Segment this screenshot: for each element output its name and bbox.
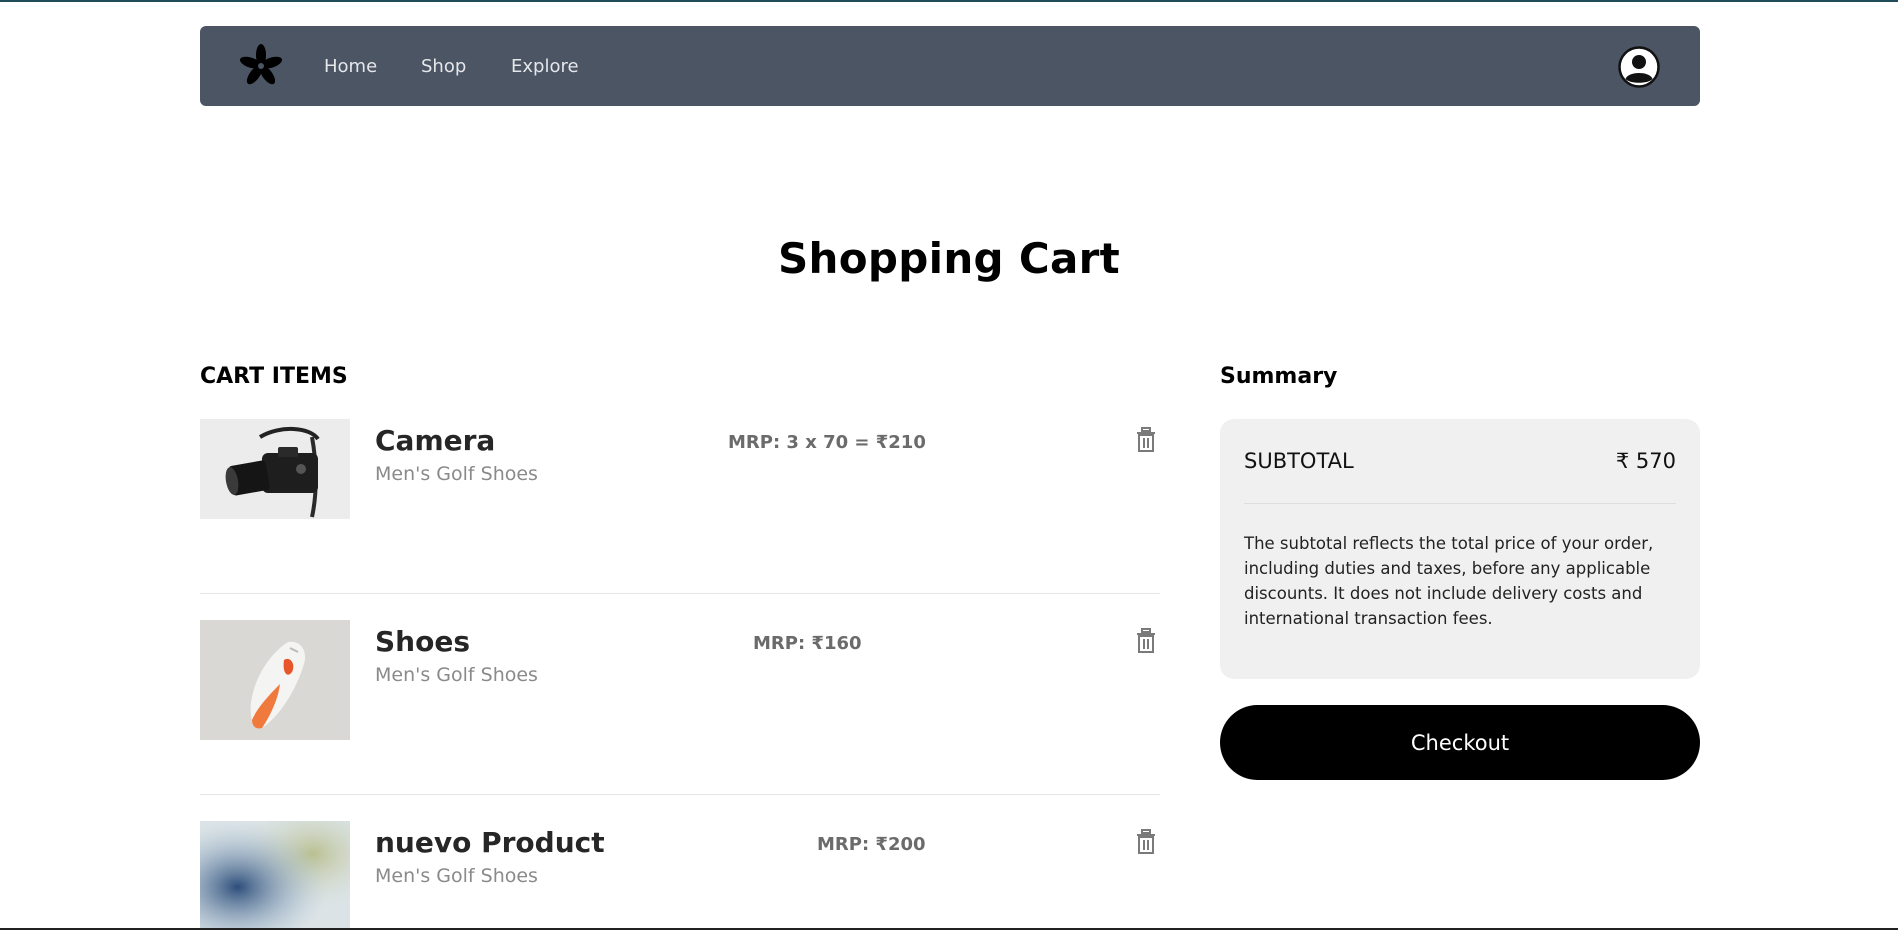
item-price: MRP: 3 x 70 = ₹210 (728, 432, 926, 453)
item-name: nuevo Product (375, 826, 605, 859)
trash-icon[interactable] (1134, 427, 1158, 453)
navbar: Home Shop Explore (200, 26, 1700, 106)
item-description: Men's Golf Shoes (375, 664, 538, 686)
top-border (0, 0, 1898, 2)
subtotal-note: The subtotal reflects the total price of… (1244, 534, 1654, 628)
cart-item: nuevo Product Men's Golf Shoes MRP: ₹200 (200, 821, 1160, 930)
subtotal-value: ₹ 570 (1615, 449, 1676, 473)
checkout-button[interactable]: Checkout (1220, 705, 1700, 780)
cart-item: Shoes Men's Golf Shoes MRP: ₹160 (200, 620, 1160, 795)
nav-link-home[interactable]: Home (324, 56, 377, 77)
blurred-product-thumbnail[interactable] (200, 821, 350, 930)
nav-link-shop[interactable]: Shop (421, 56, 466, 77)
nav-link-explore[interactable]: Explore (511, 56, 579, 77)
summary-card: SUBTOTAL ₹ 570 The subtotal reflects the… (1220, 419, 1700, 679)
item-name: Shoes (375, 625, 470, 658)
shoe-thumbnail[interactable] (200, 620, 350, 740)
item-description: Men's Golf Shoes (375, 865, 538, 887)
cart-items-heading: CART ITEMS (200, 364, 348, 389)
item-description: Men's Golf Shoes (375, 463, 538, 485)
summary-divider (1244, 503, 1676, 504)
trash-icon[interactable] (1134, 628, 1158, 654)
subtotal-label: SUBTOTAL (1244, 449, 1354, 473)
page-title: Shopping Cart (778, 234, 1120, 283)
camera-thumbnail[interactable] (200, 419, 350, 519)
trash-icon[interactable] (1134, 829, 1158, 855)
user-circle-icon[interactable] (1618, 46, 1660, 88)
item-name: Camera (375, 424, 496, 457)
cart-item: Camera Men's Golf Shoes MRP: 3 x 70 = ₹2… (200, 419, 1160, 594)
flower-logo-icon[interactable] (238, 43, 284, 89)
item-price: MRP: ₹160 (753, 633, 862, 654)
item-price: MRP: ₹200 (817, 834, 926, 855)
summary-heading: Summary (1220, 364, 1338, 389)
